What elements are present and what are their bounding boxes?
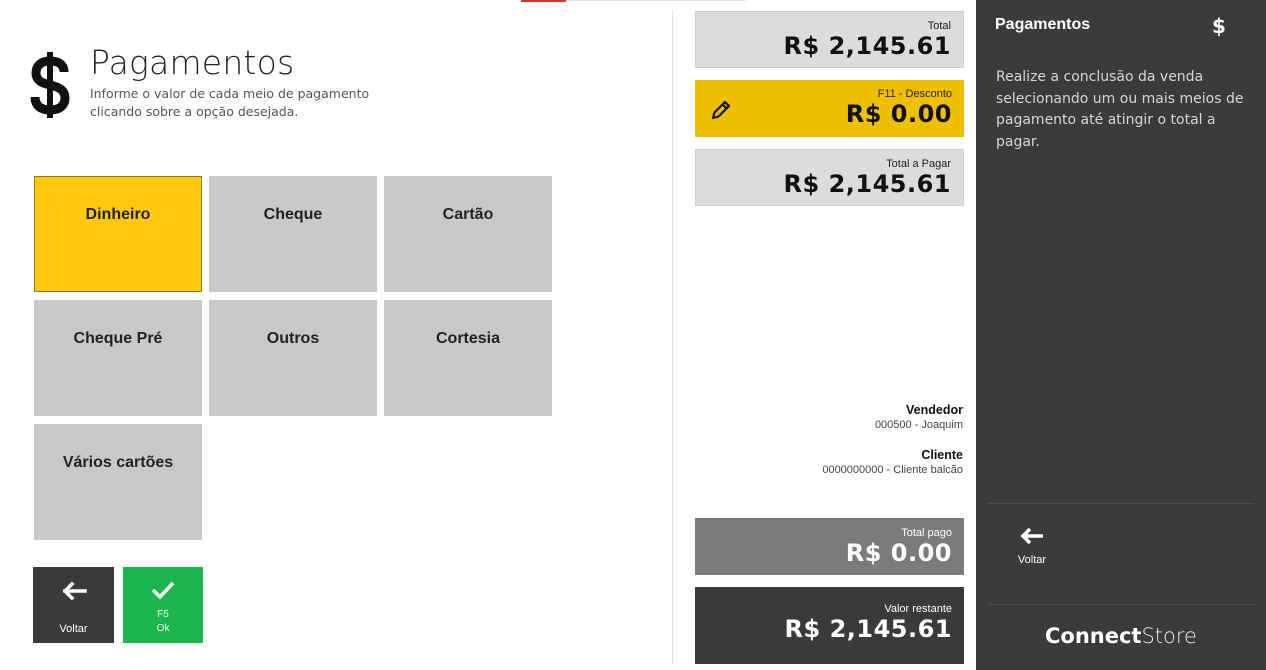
client-value: 0000000000 - Cliente balcão bbox=[822, 464, 963, 476]
payment-tile-cartao[interactable]: Cartão bbox=[384, 176, 552, 292]
dollar-icon: $ bbox=[1212, 14, 1226, 38]
page-subtitle: Informe o valor de cada meio de pagament… bbox=[90, 86, 370, 119]
checkmark-icon bbox=[151, 581, 175, 600]
total-to-pay-label: Total a Pagar bbox=[886, 158, 951, 170]
page-title: Pagamentos bbox=[90, 43, 295, 82]
brand-part-connect: Connect bbox=[1045, 624, 1142, 648]
ok-button[interactable]: F5 Ok bbox=[123, 567, 203, 643]
total-paid-value: R$ 0.00 bbox=[845, 539, 952, 567]
payment-tile-cheque[interactable]: Cheque bbox=[209, 176, 377, 292]
total-label: Total bbox=[927, 20, 951, 32]
brand-part-store: Store bbox=[1141, 624, 1197, 648]
back-button-label: Voltar bbox=[59, 623, 88, 635]
top-accent-line bbox=[566, 0, 746, 1]
discount-box[interactable]: F11 - Desconto R$ 0.00 bbox=[695, 80, 964, 137]
ok-button-key: F5 bbox=[157, 609, 169, 620]
ok-button-label: Ok bbox=[156, 623, 170, 634]
payment-tile-dinheiro[interactable]: Dinheiro bbox=[34, 176, 202, 292]
remaining-box: Valor restante R$ 2,145.61 bbox=[695, 587, 964, 664]
remaining-value: R$ 2,145.61 bbox=[784, 615, 952, 643]
total-value: R$ 2,145.61 bbox=[783, 32, 951, 60]
total-to-pay-value: R$ 2,145.61 bbox=[783, 170, 951, 198]
dollar-icon bbox=[30, 52, 70, 118]
brand-logo: ConnectStore bbox=[976, 624, 1266, 648]
discount-value: R$ 0.00 bbox=[845, 100, 952, 128]
pencil-icon bbox=[711, 100, 731, 120]
side-panel-divider bbox=[988, 503, 1254, 504]
payment-tile-varios-cartoes[interactable]: Vários cartões bbox=[34, 424, 202, 540]
side-back-label: Voltar bbox=[1017, 554, 1047, 566]
payment-tile-cheque-pre[interactable]: Cheque Pré bbox=[34, 300, 202, 416]
side-back-button[interactable]: Voltar bbox=[1002, 526, 1062, 588]
seller-info: Vendedor 000500 - Joaquim bbox=[875, 403, 963, 431]
discount-label: F11 - Desconto bbox=[877, 88, 952, 100]
total-paid-label: Total pago bbox=[901, 527, 952, 539]
side-panel: Pagamentos $ Realize a conclusão da vend… bbox=[976, 0, 1266, 670]
column-divider bbox=[672, 10, 673, 665]
side-panel-divider bbox=[988, 604, 1254, 605]
payment-tile-outros[interactable]: Outros bbox=[209, 300, 377, 416]
arrow-left-icon bbox=[1020, 527, 1043, 545]
remaining-label: Valor restante bbox=[884, 603, 952, 615]
client-label: Cliente bbox=[921, 448, 963, 462]
back-button[interactable]: Voltar bbox=[33, 567, 114, 643]
seller-value: 000500 - Joaquim bbox=[874, 419, 963, 431]
total-to-pay-box: Total a Pagar R$ 2,145.61 bbox=[695, 149, 964, 206]
side-panel-description: Realize a conclusão da venda selecionand… bbox=[996, 69, 1244, 150]
seller-label: Vendedor bbox=[906, 403, 963, 417]
total-box: Total R$ 2,145.61 bbox=[695, 11, 964, 68]
top-accent-bar bbox=[521, 0, 566, 2]
payment-tile-cortesia[interactable]: Cortesia bbox=[384, 300, 552, 416]
total-paid-box: Total pago R$ 0.00 bbox=[695, 518, 964, 575]
arrow-left-icon bbox=[62, 581, 87, 601]
side-panel-title: Pagamentos bbox=[995, 16, 1091, 33]
client-info: Cliente 0000000000 - Cliente balcão bbox=[822, 448, 963, 476]
